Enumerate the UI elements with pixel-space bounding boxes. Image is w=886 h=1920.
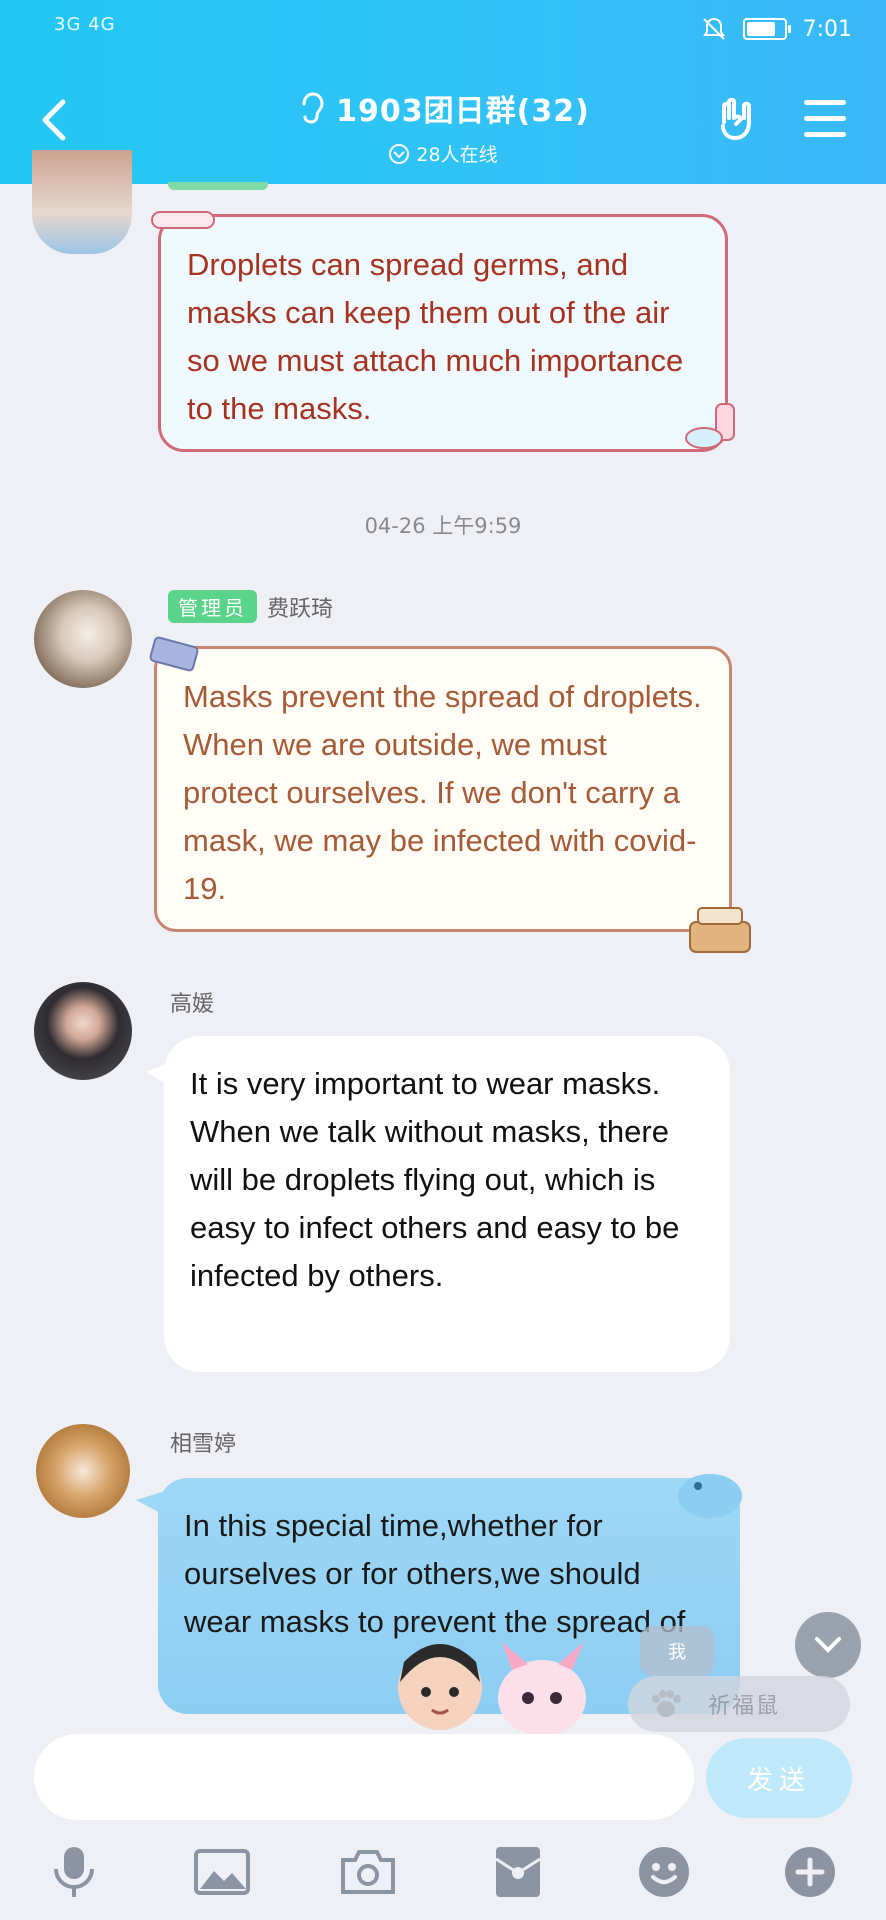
rock-hand-icon[interactable] xyxy=(714,96,762,144)
online-count: 28人在线 xyxy=(416,144,498,166)
sender-row: 高媛 xyxy=(170,986,214,1018)
pet-pill[interactable]: 祈福鼠 xyxy=(628,1676,850,1732)
more-button[interactable] xyxy=(780,1842,840,1902)
status-bar-right: 7:01 xyxy=(701,16,852,42)
camera-button[interactable] xyxy=(338,1842,398,1902)
pet-name: 祈福鼠 xyxy=(708,1694,781,1719)
menu-button[interactable] xyxy=(804,100,846,140)
badge-fragment xyxy=(168,182,268,190)
message-text: Droplets can spread germs, and masks can… xyxy=(187,247,684,426)
smiley-icon xyxy=(639,1847,689,1897)
sender-name[interactable]: 费跃琦 xyxy=(267,591,333,623)
chevron-circle-icon xyxy=(389,143,410,164)
sender-row: 相雪婷 xyxy=(170,1426,236,1458)
me-tag[interactable]: 我 xyxy=(640,1626,714,1676)
basket-decor-icon xyxy=(689,907,751,953)
send-button[interactable]: 发送 xyxy=(706,1738,852,1818)
camera-icon xyxy=(341,1850,395,1894)
red-packet-icon xyxy=(495,1847,541,1897)
paw-icon xyxy=(652,1690,681,1717)
image-button[interactable] xyxy=(192,1842,252,1902)
plus-circle-icon xyxy=(785,1847,835,1897)
hippo-decor-icon xyxy=(678,1474,742,1518)
avatar[interactable] xyxy=(32,150,132,254)
goggles-decor-icon xyxy=(151,211,215,229)
red-packet-button[interactable] xyxy=(488,1842,548,1902)
avatar[interactable] xyxy=(34,590,132,688)
message-text: It is very important to wear masks. When… xyxy=(190,1066,680,1293)
battery-icon xyxy=(742,18,791,40)
scroll-to-bottom-button[interactable] xyxy=(795,1612,861,1678)
ticket-decor-icon xyxy=(149,636,199,672)
timestamp: 04-26 上午9:59 xyxy=(364,514,522,538)
sender-name[interactable]: 相雪婷 xyxy=(170,1426,236,1458)
input-toolbar xyxy=(0,1836,886,1920)
microphone-icon xyxy=(54,1847,94,1897)
message-text: Masks prevent the spread of droplets. Wh… xyxy=(183,679,702,906)
sender-row: 管理员 费跃琦 xyxy=(168,590,333,623)
message-bubble[interactable]: Droplets can spread germs, and masks can… xyxy=(158,214,728,452)
message-bubble[interactable]: Masks prevent the spread of droplets. Wh… xyxy=(154,646,732,932)
clock: 7:01 xyxy=(802,16,852,42)
sender-name[interactable]: 高媛 xyxy=(170,986,214,1018)
chat-header: 3G 4G 7:01 1903团日群(32) 28人在线 xyxy=(0,0,886,184)
image-icon xyxy=(194,1849,250,1895)
message-text: In this special time,whether for ourselv… xyxy=(184,1508,686,1639)
avatar[interactable] xyxy=(34,982,132,1080)
voice-button[interactable] xyxy=(44,1842,104,1902)
emoji-button[interactable] xyxy=(634,1842,694,1902)
message-bubble[interactable]: It is very important to wear masks. When… xyxy=(164,1036,730,1372)
ear-icon xyxy=(302,92,324,124)
avatar[interactable] xyxy=(36,1424,130,1518)
mute-icon xyxy=(702,17,725,40)
sanitizer-decor-icon xyxy=(685,403,735,449)
admin-badge: 管理员 xyxy=(168,590,257,623)
group-name: 1903团日群(32) xyxy=(336,94,590,129)
message-input[interactable] xyxy=(34,1734,694,1820)
signal-indicator: 3G 4G xyxy=(54,14,116,35)
chevron-down-icon xyxy=(815,1637,841,1653)
